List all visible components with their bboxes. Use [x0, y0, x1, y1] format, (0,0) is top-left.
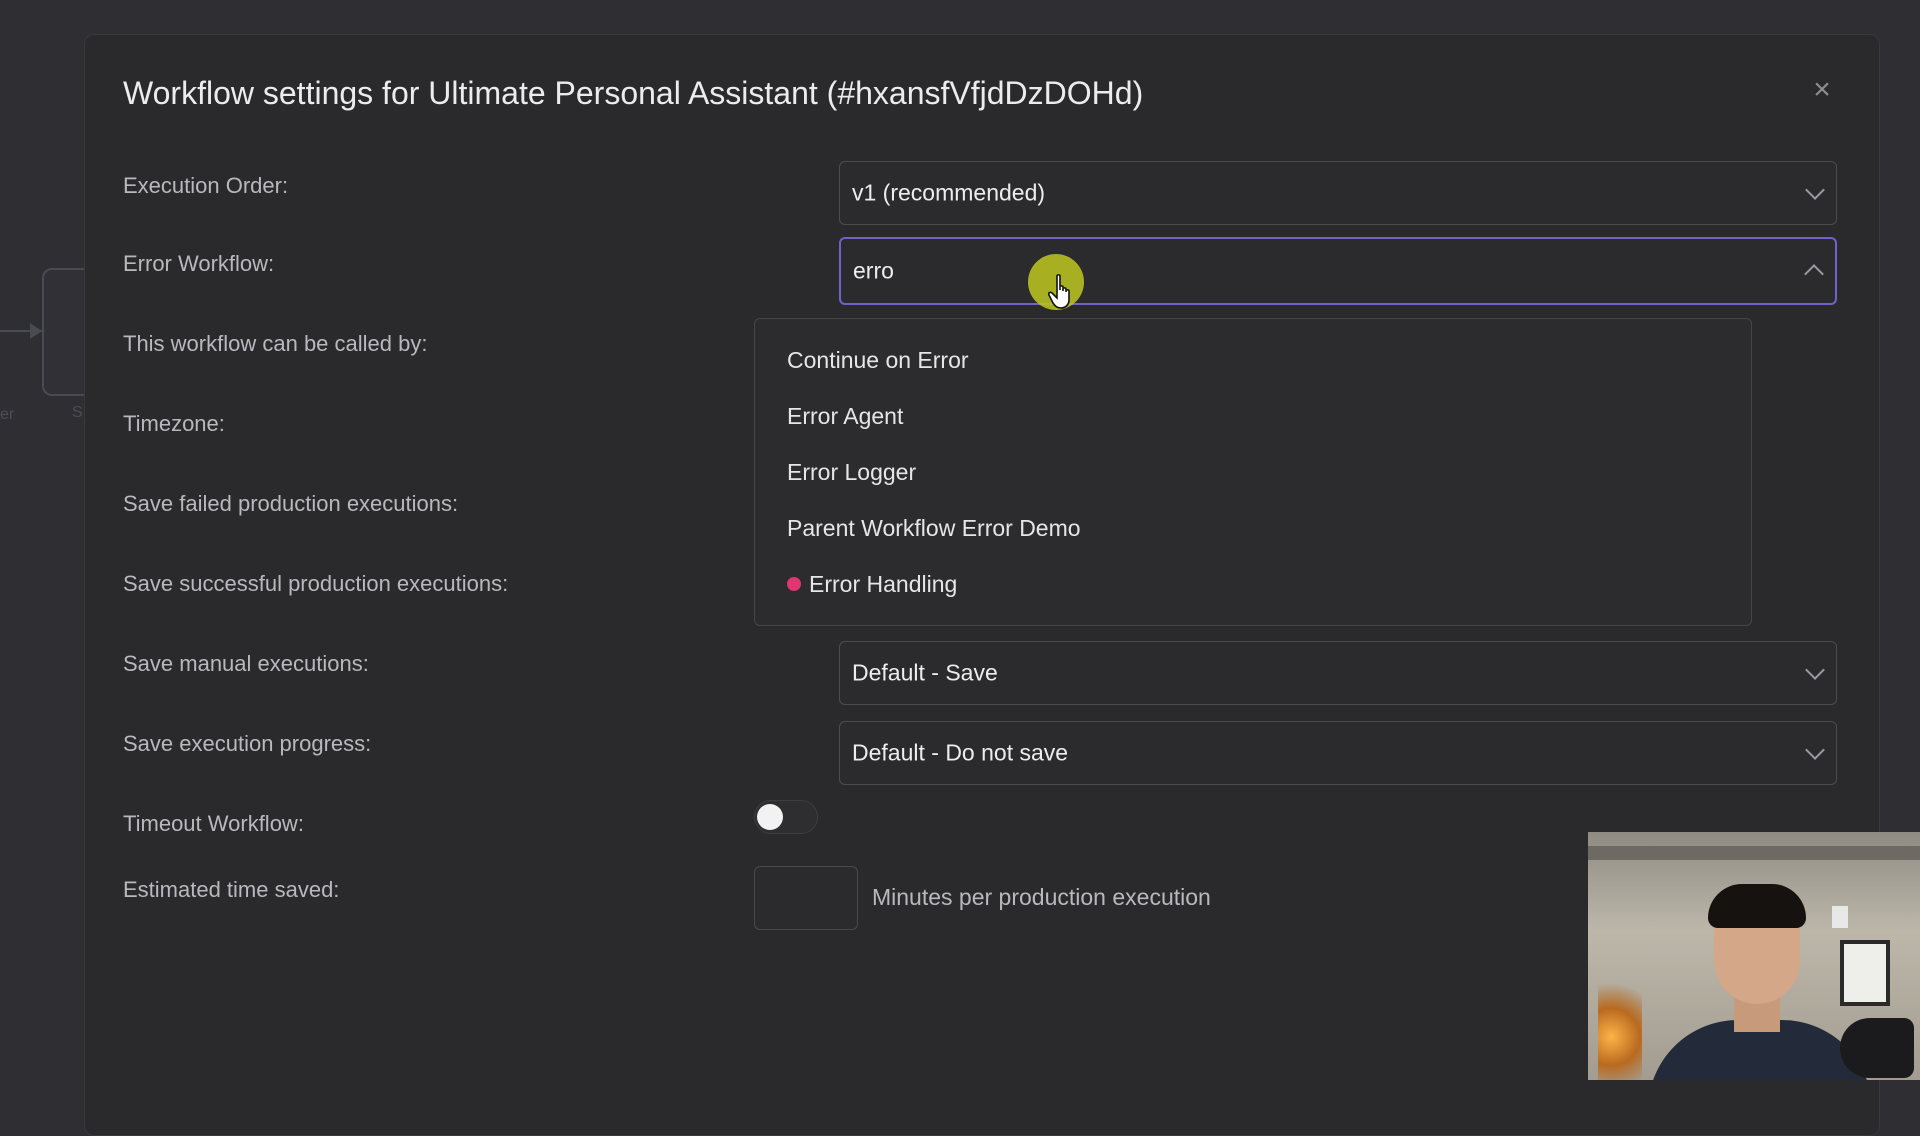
chevron-down-icon	[1805, 740, 1825, 760]
dropdown-option-label: Error Handling	[809, 571, 958, 597]
error-workflow-label: Error Workflow:	[123, 251, 275, 276]
modal-title: Workflow settings for Ultimate Personal …	[123, 75, 1144, 111]
webcam-lamp	[1598, 972, 1642, 1080]
callable-by-label: This workflow can be called by:	[123, 331, 428, 356]
save-successful-label: Save successful production executions:	[123, 571, 509, 596]
dropdown-option-error-handling[interactable]: Error Handling	[787, 571, 957, 598]
pink-dot-icon	[787, 576, 801, 591]
canvas-arrow-icon	[30, 323, 42, 339]
canvas-text-left: er	[0, 406, 15, 423]
chevron-down-icon	[1805, 180, 1825, 200]
chevron-up-icon	[1804, 264, 1824, 284]
save-progress-select[interactable]: Default - Do not save	[839, 721, 1837, 785]
timeout-toggle[interactable]	[754, 800, 818, 834]
save-manual-label: Save manual executions:	[123, 651, 369, 676]
time-saved-input[interactable]	[754, 866, 858, 930]
webcam-overlay	[1588, 832, 1920, 1080]
close-icon[interactable]: ×	[1807, 75, 1837, 105]
save-manual-value: Default - Save	[852, 659, 998, 686]
dropdown-option[interactable]: Error Logger	[787, 459, 916, 486]
timezone-label: Timezone:	[123, 411, 225, 436]
time-saved-label: Estimated time saved:	[123, 877, 340, 902]
execution-order-label: Execution Order:	[123, 173, 289, 198]
webcam-person-hair	[1708, 884, 1806, 928]
save-failed-label: Save failed production executions:	[123, 491, 459, 516]
save-progress-label: Save execution progress:	[123, 731, 372, 756]
webcam-ceiling-beam	[1588, 846, 1920, 860]
toggle-knob	[757, 804, 783, 830]
time-saved-unit: Minutes per production execution	[872, 884, 1211, 910]
dropdown-option[interactable]: Parent Workflow Error Demo	[787, 515, 1081, 542]
hand-cursor-icon	[1048, 274, 1070, 309]
dropdown-option[interactable]: Error Agent	[787, 403, 903, 430]
execution-order-value: v1 (recommended)	[852, 179, 1046, 206]
save-manual-select[interactable]: Default - Save	[839, 641, 1837, 705]
save-progress-value: Default - Do not save	[852, 739, 1069, 766]
error-workflow-search-input[interactable]: erro	[839, 237, 1837, 305]
webcam-microphone	[1840, 1018, 1914, 1078]
error-workflow-search-value: erro	[853, 257, 894, 284]
execution-order-select[interactable]: v1 (recommended)	[839, 161, 1837, 225]
error-workflow-dropdown: Continue on Error Error Agent Error Logg…	[754, 318, 1752, 626]
webcam-wall-switch	[1832, 906, 1848, 928]
chevron-down-icon	[1805, 660, 1825, 680]
webcam-picture-frame	[1840, 940, 1890, 1006]
dropdown-option[interactable]: Continue on Error	[787, 347, 969, 374]
canvas-text-right: S	[72, 404, 83, 421]
timeout-label: Timeout Workflow:	[123, 811, 304, 836]
